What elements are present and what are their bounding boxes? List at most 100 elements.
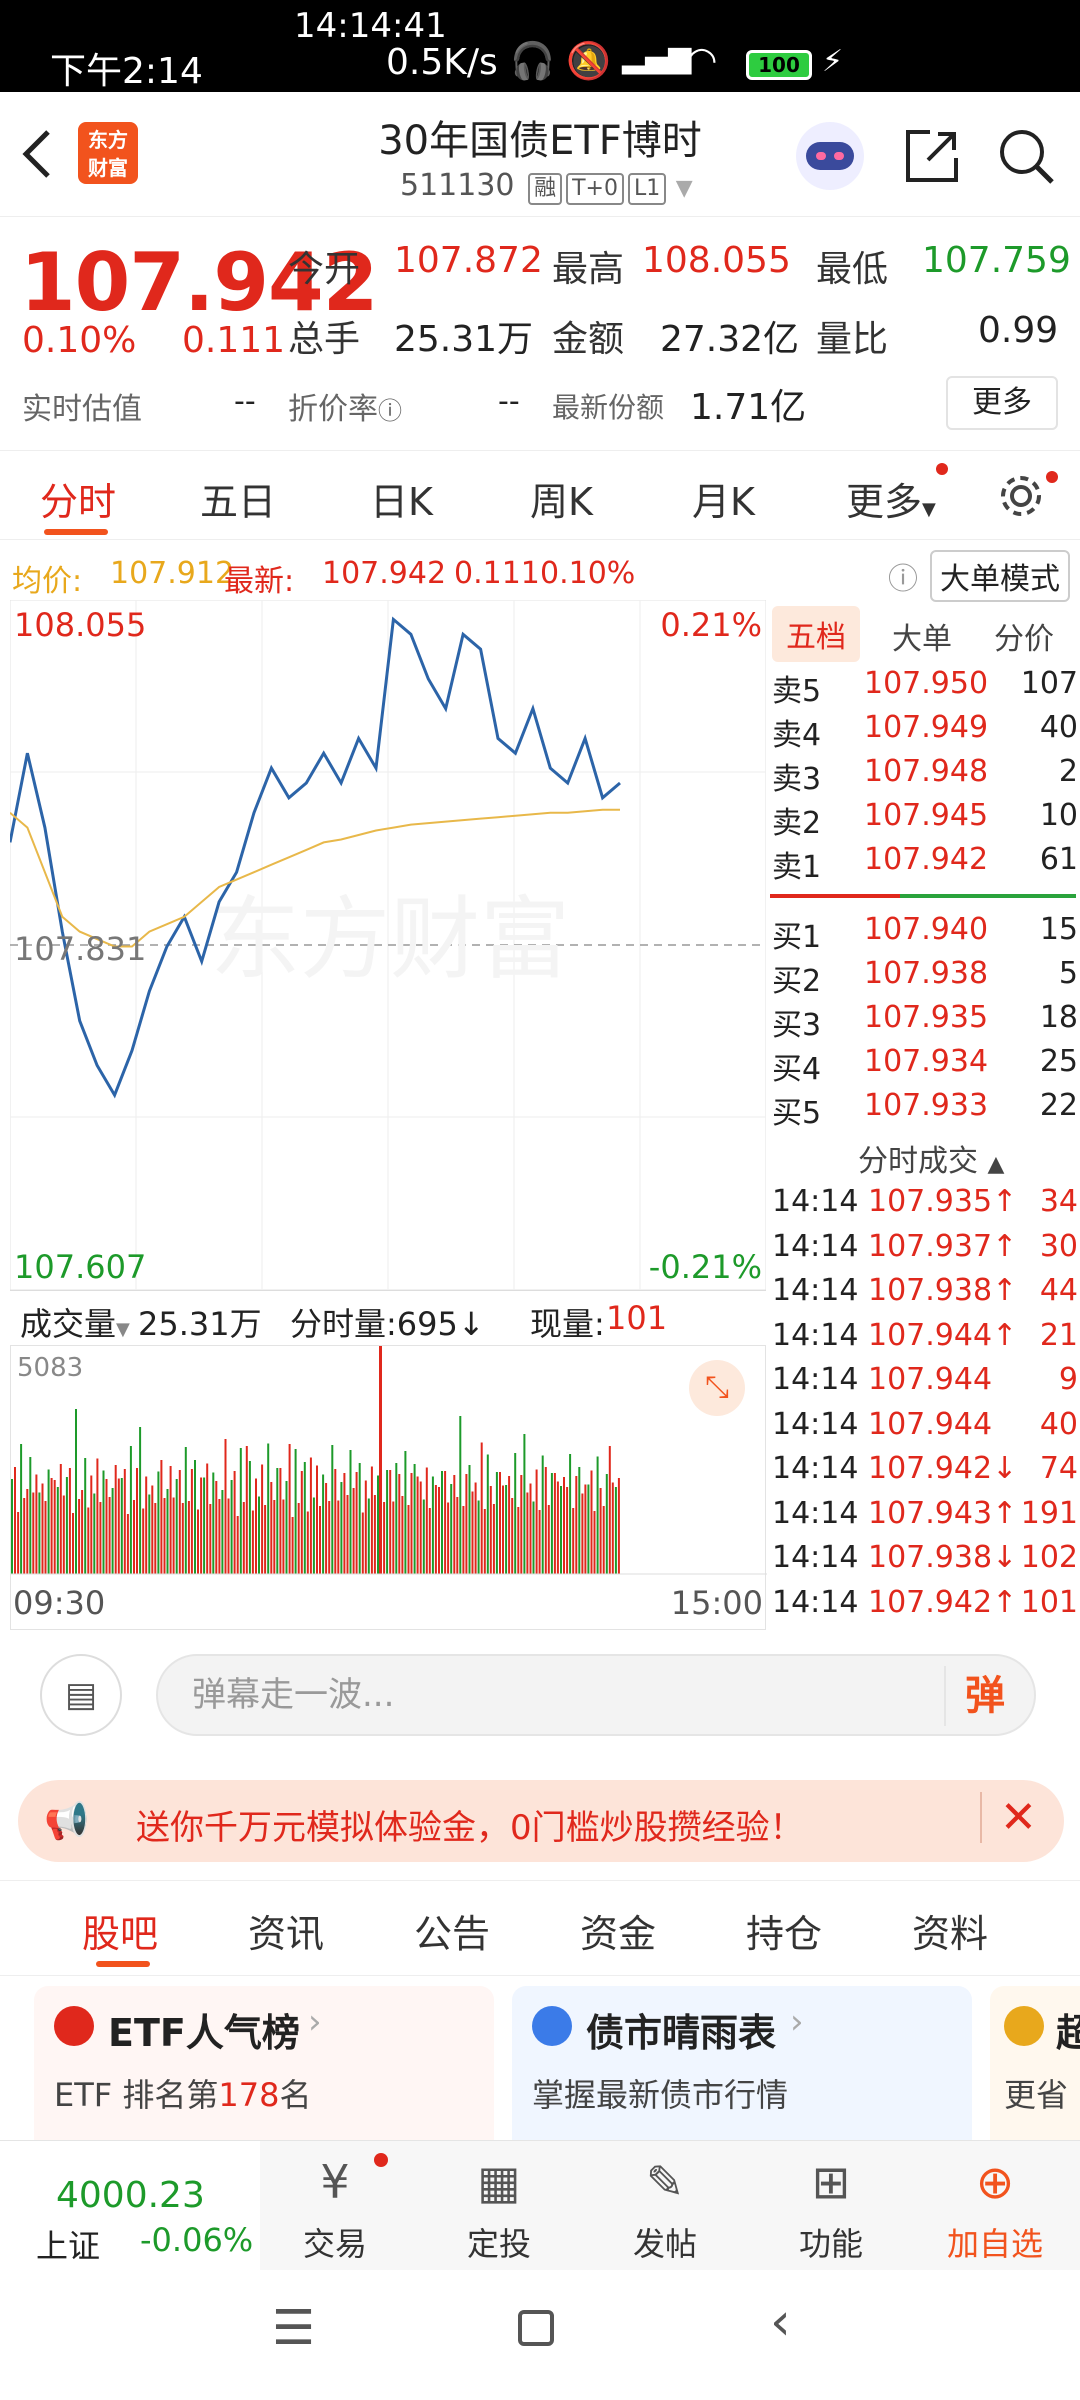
amount-value: 27.32亿 — [660, 319, 800, 360]
volume-bar — [434, 1485, 437, 1574]
volume-bar — [288, 1444, 291, 1574]
danmu-toggle-button[interactable]: 弹 — [944, 1666, 1024, 1726]
close-icon[interactable]: ✕ — [980, 1792, 1037, 1843]
volume-bar — [65, 1477, 68, 1574]
large-order-mode-button[interactable]: 大单模式 — [930, 550, 1070, 602]
card-subtitle: 更省 — [1004, 2076, 1069, 2114]
tab-weekly-k[interactable]: 周K — [530, 471, 593, 526]
volume-bar — [334, 1469, 337, 1574]
volume-bar — [553, 1473, 556, 1574]
open-value: 107.872 — [394, 240, 543, 281]
volume-bar — [145, 1476, 148, 1574]
bid-price: 107.938 — [864, 956, 989, 991]
comment-input[interactable]: 弹幕走一波... — [156, 1654, 1036, 1736]
volume-bar — [297, 1503, 300, 1574]
bid-row[interactable]: 买5 107.933 22 — [768, 1088, 1080, 1132]
menu-icon[interactable]: ☰ — [272, 2300, 315, 2356]
index-ticker[interactable]: 4000.23 上证 -0.06% — [0, 2141, 260, 2271]
bid-price: 107.934 — [864, 1044, 989, 1079]
volume-bar — [505, 1485, 508, 1574]
volume-selector[interactable]: 成交量▼ — [20, 1299, 130, 1345]
bid-row[interactable]: 买4 107.934 25 — [768, 1044, 1080, 1088]
volume-bar — [212, 1472, 215, 1574]
tick-price: 107.942↓ — [868, 1451, 1018, 1486]
tab-news[interactable]: 资讯 — [248, 1903, 324, 1958]
bid-row[interactable]: 买2 107.938 5 — [768, 956, 1080, 1000]
volume-bar — [444, 1471, 447, 1574]
tab-holdings[interactable]: 持仓 — [746, 1903, 822, 1958]
volume-bar — [221, 1490, 224, 1574]
ask-row[interactable]: 卖1 107.942 61 — [768, 842, 1080, 886]
chevron-down-icon: ▼ — [116, 1319, 130, 1340]
tab-funds[interactable]: 资金 — [580, 1903, 656, 1958]
danmu-settings-icon[interactable]: ▤ — [40, 1654, 122, 1736]
robot-avatar-icon[interactable] — [796, 122, 864, 190]
shares-value: 1.71亿 — [690, 387, 807, 428]
volume-bar — [172, 1497, 175, 1574]
intraday-chart[interactable]: 东方财富 108.055 107.831 107.607 0.21% -0.21… — [8, 599, 767, 1291]
volume-bar — [102, 1470, 105, 1574]
volume-bar — [566, 1487, 569, 1574]
settings-gear-icon[interactable] — [996, 471, 1046, 521]
help-icon[interactable]: ⓘ — [888, 554, 918, 598]
tab-profile[interactable]: 资料 — [912, 1903, 988, 1958]
back-nav-icon[interactable]: ‹ — [770, 2292, 791, 2352]
nav-invest[interactable]: ▦ 定投 — [434, 2141, 564, 2271]
volume-bar — [312, 1497, 315, 1574]
expand-icon[interactable]: ⤡ — [689, 1360, 745, 1416]
volume-bar — [126, 1514, 129, 1574]
nav-functions[interactable]: ⊞ 功能 — [766, 2141, 896, 2271]
bid-row[interactable]: 买3 107.935 18 — [768, 1000, 1080, 1044]
tab-daily-k[interactable]: 日K — [370, 471, 433, 526]
nav-add-watchlist[interactable]: ⊕ 加自选 — [930, 2141, 1060, 2271]
tab-announcements[interactable]: 公告 — [414, 1903, 490, 1958]
x-end-label: 15:00 — [671, 1584, 763, 1622]
tab-monthly-k[interactable]: 月K — [692, 471, 755, 526]
promo-banner[interactable]: 📢 送你千万元模拟体验金，0门槛炒股攒经验！ ✕ — [18, 1780, 1064, 1862]
volume-chart[interactable]: 5083 09:30 15:00 ⤡ — [10, 1345, 767, 1630]
etf-popularity-card[interactable]: ETF人气榜 › ETF 排名第178名 — [34, 1986, 494, 2140]
bond-market-card[interactable]: 债市晴雨表 › 掌握最新债市行情 — [512, 1986, 972, 2140]
savings-card[interactable]: 超 更省 — [990, 1986, 1080, 2140]
security-code-row[interactable]: 511130 融 T+0 L1 ▼ — [400, 168, 693, 205]
tab-more[interactable]: 更多▼ — [846, 471, 936, 526]
share-icon[interactable] — [902, 126, 962, 186]
comment-bar: ▤ 弹幕走一波... 弹 — [0, 1630, 1080, 1760]
volume-bar — [14, 1467, 16, 1574]
tab-intraday[interactable]: 分时 — [40, 471, 116, 526]
nav-trade[interactable]: ¥ 交易 — [270, 2141, 400, 2271]
volume-bar — [181, 1503, 184, 1574]
tick-price: 107.937↑ — [868, 1228, 1018, 1264]
volume-bar — [541, 1455, 544, 1574]
ask-row[interactable]: 卖3 107.948 2 — [768, 754, 1080, 798]
volume-bar — [242, 1502, 245, 1574]
bid-row[interactable]: 买1 107.940 15 — [768, 912, 1080, 956]
current-volume: 101 — [606, 1299, 668, 1337]
ask-volume: 10 — [1039, 798, 1078, 833]
volume-bar — [233, 1471, 236, 1574]
tick-price: 107.943↑ — [868, 1495, 1018, 1531]
volume-bar — [84, 1458, 87, 1574]
home-icon[interactable] — [518, 2310, 554, 2346]
tick-row: 14:14 107.937↑ 30 — [768, 1229, 1080, 1273]
premium-label[interactable]: 折价率ⓘ — [288, 384, 402, 428]
more-button[interactable]: 更多 — [946, 376, 1058, 430]
tab-five-day[interactable]: 五日 — [200, 471, 276, 526]
volume-bar — [35, 1474, 38, 1574]
ask-volume: 61 — [1039, 842, 1078, 877]
ask-row[interactable]: 卖4 107.949 40 — [768, 710, 1080, 754]
add-circle-icon: ⊕ — [975, 2155, 1015, 2209]
tick-volume: 101 — [1020, 1584, 1078, 1620]
volume-bar — [389, 1470, 392, 1574]
ask-row[interactable]: 卖5 107.950 107 — [768, 666, 1080, 710]
nav-post[interactable]: ✎ 发帖 — [600, 2141, 730, 2271]
ticks-title[interactable]: 分时成交 ▲ — [858, 1136, 1004, 1180]
tab-guba[interactable]: 股吧 — [82, 1903, 158, 1958]
ranking-icon — [54, 2006, 94, 2046]
card-icon — [1004, 2006, 1044, 2046]
volume-bar — [361, 1512, 364, 1574]
volume-bar — [419, 1481, 422, 1574]
volume-bar — [47, 1469, 50, 1574]
ask-row[interactable]: 卖2 107.945 10 — [768, 798, 1080, 842]
search-icon[interactable] — [996, 126, 1056, 186]
